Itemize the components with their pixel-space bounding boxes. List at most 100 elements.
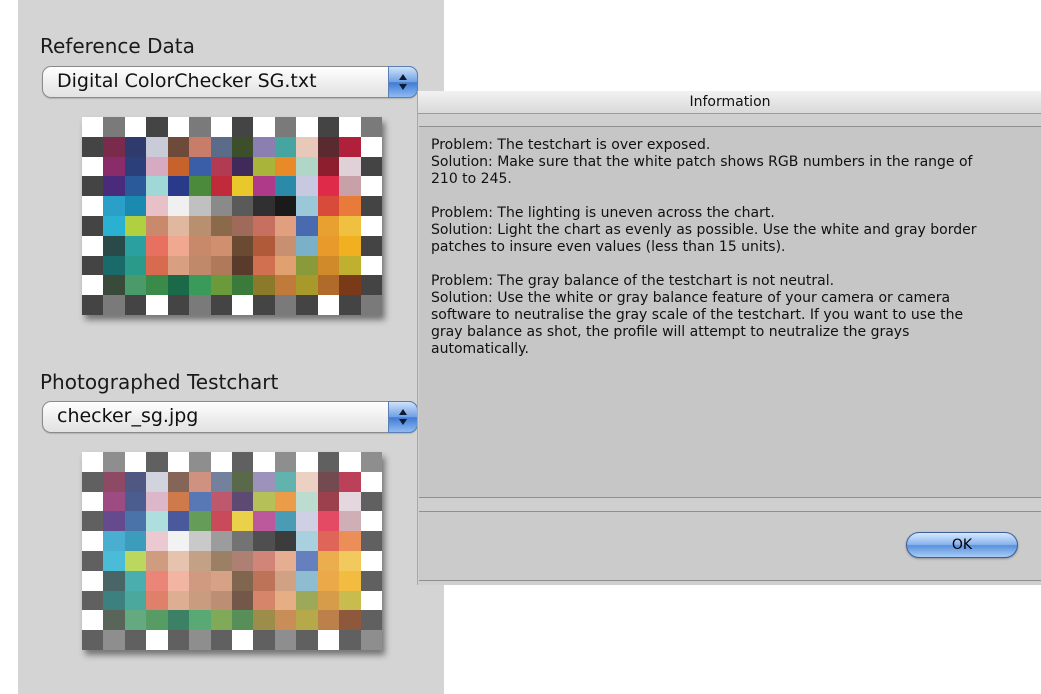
chart-patch — [317, 275, 340, 296]
chart-patch — [103, 491, 125, 512]
chart-patch — [146, 630, 168, 650]
chart-patch — [82, 570, 104, 591]
chart-patch — [82, 511, 104, 532]
chart-patch — [210, 531, 232, 551]
chart-patch — [317, 610, 340, 631]
chart-patch — [232, 471, 254, 492]
chart-patch — [296, 275, 318, 296]
chart-patch — [167, 136, 190, 157]
chart-patch — [82, 590, 104, 611]
chart-patch — [167, 255, 190, 276]
reference-data-popup[interactable]: Digital ColorChecker SG.txt — [42, 66, 418, 98]
chart-patch — [339, 511, 361, 532]
chart-patch — [103, 630, 125, 650]
chart-patch — [103, 610, 125, 631]
chart-patch — [232, 452, 254, 472]
chart-patch — [317, 471, 340, 492]
chart-patch — [210, 610, 232, 631]
chart-patch — [103, 156, 125, 177]
chart-patch — [339, 531, 361, 551]
chart-patch — [189, 275, 211, 296]
chart-patch — [189, 630, 211, 650]
chart-patch — [253, 491, 275, 512]
chart-patch — [82, 452, 104, 472]
chart-patch — [339, 550, 361, 571]
chart-patch — [124, 491, 147, 512]
chart-patch — [146, 550, 168, 571]
up-down-arrows-icon[interactable] — [388, 401, 418, 433]
chart-patch — [253, 136, 275, 157]
chart-patch — [253, 570, 275, 591]
chart-patch — [103, 295, 125, 315]
chart-patch — [103, 550, 125, 571]
chart-patch — [274, 117, 297, 137]
chart-patch — [210, 235, 232, 256]
chart-patch — [189, 471, 211, 492]
chart-patch — [274, 630, 297, 650]
chart-patch — [339, 610, 361, 631]
chart-patch — [146, 255, 168, 276]
chart-patch — [82, 196, 104, 216]
chart-patch — [124, 156, 147, 177]
chart-patch — [296, 550, 318, 571]
up-down-arrows-icon[interactable] — [388, 66, 418, 98]
chart-patch — [167, 570, 190, 591]
chart-patch — [317, 590, 340, 611]
chart-patch — [189, 176, 211, 197]
chart-patch — [210, 255, 232, 276]
chart-patch — [296, 117, 318, 137]
information-dialog: Information Problem: The testchart is ov… — [417, 91, 1041, 585]
chart-patch — [274, 275, 297, 296]
chart-patch — [210, 452, 232, 472]
chart-patch — [189, 610, 211, 631]
ok-button[interactable]: OK — [906, 532, 1018, 558]
chart-patch — [232, 136, 254, 157]
message-text-area: Problem: The testchart is over exposed. … — [419, 126, 1041, 498]
photographed-testchart-value: checker_sg.jpg — [57, 405, 199, 427]
chart-patch — [82, 255, 104, 276]
chart-patch — [339, 570, 361, 591]
chart-patch — [253, 531, 275, 551]
chart-patch — [103, 570, 125, 591]
chart-patch — [317, 156, 340, 177]
chart-patch — [124, 136, 147, 157]
chart-patch — [253, 452, 275, 472]
chart-patch — [124, 511, 147, 532]
chart-patch — [296, 235, 318, 256]
chart-patch — [146, 511, 168, 532]
chart-patch — [167, 295, 190, 315]
chart-patch — [360, 255, 382, 276]
chart-patch — [253, 235, 275, 256]
chart-patch — [339, 176, 361, 197]
chart-patch — [103, 136, 125, 157]
chart-patch — [124, 570, 147, 591]
chart-patch — [339, 136, 361, 157]
chart-patch — [232, 156, 254, 177]
chart-patch — [296, 491, 318, 512]
chart-patch — [317, 136, 340, 157]
chart-patch — [103, 196, 125, 216]
chart-patch — [146, 570, 168, 591]
chart-patch — [339, 491, 361, 512]
chart-patch — [296, 156, 318, 177]
chart-patch — [253, 511, 275, 532]
photographed-testchart-popup[interactable]: checker_sg.jpg — [42, 401, 418, 433]
chart-patch — [274, 176, 297, 197]
chart-patch — [167, 275, 190, 296]
chart-patch — [210, 590, 232, 611]
chart-patch — [189, 570, 211, 591]
chart-patch — [253, 196, 275, 216]
chart-patch — [360, 235, 382, 256]
chart-patch — [210, 491, 232, 512]
chart-patch — [339, 471, 361, 492]
chart-patch — [274, 590, 297, 611]
chart-patch — [232, 570, 254, 591]
chart-patch — [296, 176, 318, 197]
chart-patch — [146, 531, 168, 551]
chart-patch — [296, 511, 318, 532]
chart-patch — [253, 275, 275, 296]
chart-patch — [339, 117, 361, 137]
chart-patch — [189, 255, 211, 276]
message-text: Problem: The testchart is over exposed. … — [431, 137, 977, 357]
chart-patch — [339, 215, 361, 236]
